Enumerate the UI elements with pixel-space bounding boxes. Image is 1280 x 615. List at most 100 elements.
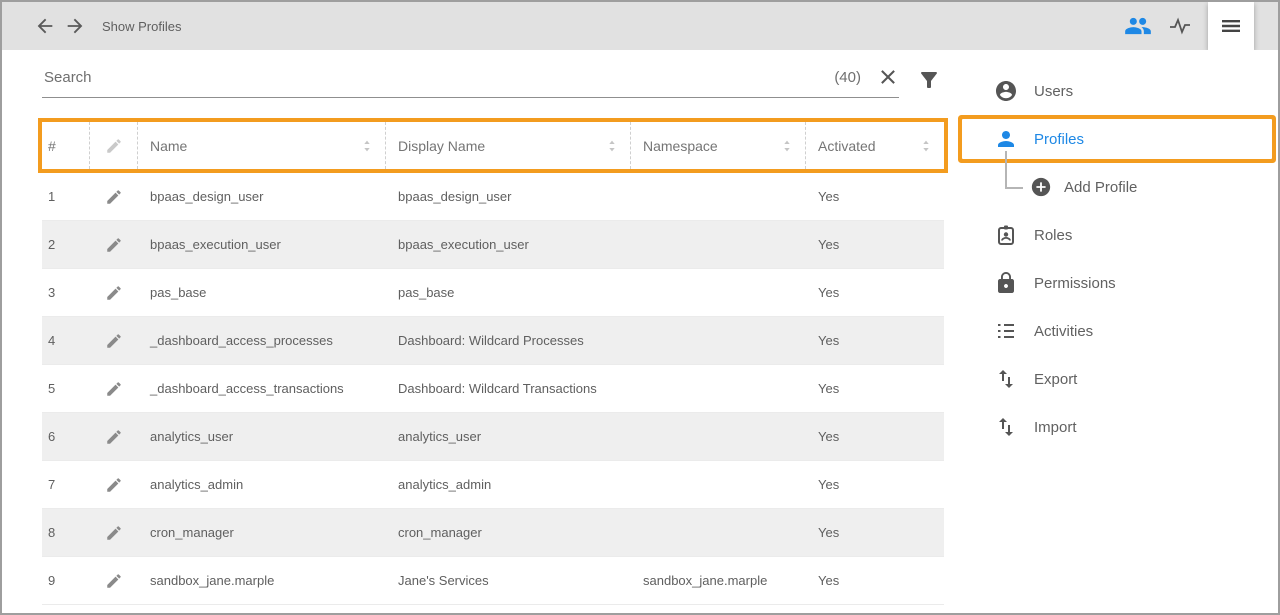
filter-icon (917, 68, 941, 92)
forward-button[interactable] (62, 13, 88, 39)
table-header-row: # Name Display Name (42, 122, 944, 169)
sidebar-item-label: Import (1034, 419, 1077, 436)
cell-display-name: Dashboard: Wildcard Transactions (386, 365, 631, 412)
row-edit-cell (90, 269, 138, 316)
table-row[interactable]: 7 analytics_admin analytics_admin Yes (42, 461, 944, 509)
row-number: 9 (42, 557, 90, 604)
sidebar-item-users[interactable]: Users (958, 67, 1278, 115)
column-header-name[interactable]: Name (138, 122, 386, 169)
sidebar-item-label: Roles (1034, 227, 1072, 244)
sidebar-item-permissions[interactable]: Permissions (958, 259, 1278, 307)
edit-row-button[interactable] (105, 428, 123, 446)
cell-name: analytics_user (138, 413, 386, 460)
cell-name: _dashboard_access_processes (138, 317, 386, 364)
table-row[interactable]: 5 _dashboard_access_transactions Dashboa… (42, 365, 944, 413)
cell-namespace (631, 509, 806, 556)
table-row[interactable]: 4 _dashboard_access_processes Dashboard:… (42, 317, 944, 365)
column-header-namespace[interactable]: Namespace (631, 122, 806, 169)
lock-icon (994, 271, 1018, 295)
table-row[interactable]: 2 bpaas_execution_user bpaas_execution_u… (42, 221, 944, 269)
content-area: (40) # (2, 50, 1278, 613)
column-header-number: # (42, 122, 90, 169)
table-row[interactable]: 8 cron_manager cron_manager Yes (42, 509, 944, 557)
sidebar-item-label: Permissions (1034, 275, 1116, 292)
cell-name: cron_manager (138, 509, 386, 556)
cell-activated: Yes (806, 317, 944, 364)
cell-name: bpaas_execution_user (138, 221, 386, 268)
sidebar-item-import[interactable]: Import (958, 403, 1278, 451)
row-edit-cell (90, 173, 138, 220)
column-header-activated[interactable]: Activated (806, 122, 944, 169)
table-row[interactable]: 1 bpaas_design_user bpaas_design_user Ye… (42, 173, 944, 221)
edit-icon (105, 188, 123, 206)
sidebar-item-label: Users (1034, 83, 1073, 100)
edit-row-button[interactable] (105, 332, 123, 350)
cell-name: bpaas_design_user (138, 173, 386, 220)
sidebar-item-label: Add Profile (1064, 179, 1137, 196)
sidebar-item-export[interactable]: Export (958, 355, 1278, 403)
sort-icon[interactable] (779, 138, 795, 154)
row-number: 7 (42, 461, 90, 508)
edit-icon (105, 137, 123, 155)
pulse-icon (1168, 14, 1192, 38)
sort-icon[interactable] (359, 138, 375, 154)
edit-icon (105, 476, 123, 494)
row-number: 2 (42, 221, 90, 268)
cell-namespace (631, 317, 806, 364)
edit-row-button[interactable] (105, 236, 123, 254)
column-header-label: Name (150, 138, 187, 154)
row-number: 6 (42, 413, 90, 460)
person-icon (994, 127, 1018, 151)
row-edit-cell (90, 365, 138, 412)
cell-activated: Yes (806, 461, 944, 508)
cell-display-name: Dashboard: Wildcard Processes (386, 317, 631, 364)
row-edit-cell (90, 509, 138, 556)
back-button[interactable] (32, 13, 58, 39)
row-number: 8 (42, 509, 90, 556)
cell-namespace (631, 413, 806, 460)
sort-icon[interactable] (918, 138, 934, 154)
account-circle-icon (994, 79, 1018, 103)
menu-button[interactable] (1208, 2, 1254, 50)
users-group-button[interactable] (1124, 12, 1152, 40)
edit-row-button[interactable] (105, 380, 123, 398)
cell-namespace (631, 173, 806, 220)
clear-search-button[interactable] (877, 66, 899, 88)
sidebar-item-label: Profiles (1034, 131, 1084, 148)
profiles-main: (40) # (2, 50, 958, 613)
sidebar-item-roles[interactable]: Roles (958, 211, 1278, 259)
search-bar: (40) (42, 66, 958, 98)
cell-namespace: sandbox_jane.marple (631, 557, 806, 604)
table-row[interactable]: 6 analytics_user analytics_user Yes (42, 413, 944, 461)
sort-icon[interactable] (604, 138, 620, 154)
row-number: 3 (42, 269, 90, 316)
cell-namespace (631, 221, 806, 268)
cell-activated: Yes (806, 269, 944, 316)
column-header-display-name[interactable]: Display Name (386, 122, 631, 169)
topbar-actions (1124, 2, 1278, 50)
filter-button[interactable] (917, 68, 941, 92)
edit-row-button[interactable] (105, 284, 123, 302)
activity-monitor-button[interactable] (1168, 14, 1192, 38)
table-row[interactable]: 9 sandbox_jane.marple Jane's Services sa… (42, 557, 944, 605)
sidebar-item-activities[interactable]: Activities (958, 307, 1278, 355)
sidebar-item-add-profile[interactable]: Add Profile (958, 163, 1278, 211)
search-field-group: (40) (42, 66, 899, 98)
cell-name: _dashboard_access_transactions (138, 365, 386, 412)
cell-display-name: bpaas_design_user (386, 173, 631, 220)
edit-row-button[interactable] (105, 476, 123, 494)
cell-display-name: cron_manager (386, 509, 631, 556)
table-row[interactable]: 3 pas_base pas_base Yes (42, 269, 944, 317)
people-icon (1124, 12, 1152, 40)
edit-row-button[interactable] (105, 572, 123, 590)
sidebar-item-label: Activities (1034, 323, 1093, 340)
edit-row-button[interactable] (105, 524, 123, 542)
row-edit-cell (90, 221, 138, 268)
edit-row-button[interactable] (105, 188, 123, 206)
search-input[interactable] (42, 68, 834, 87)
import-export-icon (994, 367, 1018, 391)
profiles-table: # Name Display Name (42, 122, 944, 605)
sidebar-item-label: Export (1034, 371, 1077, 388)
import-export-icon (994, 415, 1018, 439)
row-edit-cell (90, 317, 138, 364)
